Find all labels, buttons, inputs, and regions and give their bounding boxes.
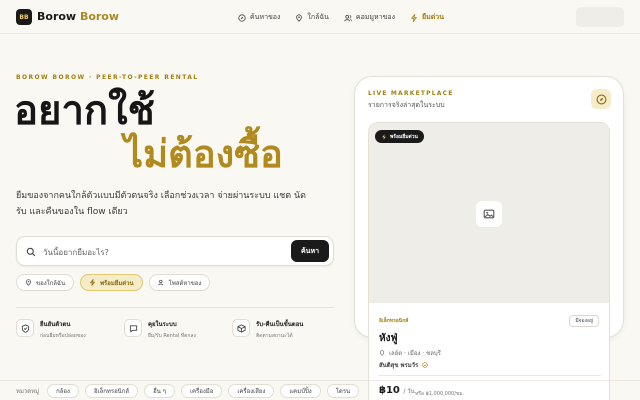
divider (379, 375, 601, 376)
owner-name: สันติสุข พรมวัร (379, 362, 419, 369)
chip-label: โพสต์หาของ (168, 279, 202, 287)
box-icon (232, 319, 250, 337)
search-input[interactable] (43, 244, 263, 260)
listing-owner[interactable]: สันติสุข พรมวัร (379, 360, 428, 370)
feature-title: รับ-คืนเป็นขั้นตอน (256, 321, 304, 328)
chip-label: พร้อมยืมด่วน (100, 279, 134, 287)
brand-name[interactable]: Borow Borow (37, 10, 119, 23)
nav-label: คอมมูหาของ (355, 13, 395, 21)
top-header: BB Borow Borow ค้นหาของ ใกล้ฉัน คอมมูหาข… (0, 0, 640, 34)
category-chip[interactable]: อิเล็กทรอนิกส์ (84, 383, 139, 398)
nav-item-quick-borrow[interactable]: ยืมด่วน (410, 12, 444, 23)
category-chip[interactable]: แคมป์ปิ้ง (280, 383, 321, 398)
listing-title[interactable]: หังฟู่ (379, 331, 398, 346)
logo-badge[interactable]: BB (16, 9, 32, 25)
listing-card[interactable]: พร้อมยืมด่วน อิเล็กทรอนิกส์ มีจองอยู่ หั… (368, 122, 610, 400)
feature-chat: คุยในระบบ ยืม/รับ Rental ที่ตกลง (124, 319, 196, 340)
account-button[interactable] (576, 7, 624, 27)
search-bar: ค้นหา (16, 236, 334, 266)
listing-status-badge: มีจองอยู่ (569, 315, 599, 327)
category-chip[interactable]: โดรน (326, 383, 360, 398)
users-icon (157, 279, 163, 286)
compass-icon[interactable] (591, 89, 611, 109)
chat-icon (124, 319, 142, 337)
compass-icon (238, 13, 246, 22)
nav-label: ยืมด่วน (422, 13, 444, 21)
feature-subtitle: ก่อนยืมหรือปล่อยของ (40, 333, 86, 339)
map-pin-icon (296, 13, 303, 22)
shield-icon (16, 319, 34, 337)
bolt-icon (90, 279, 96, 286)
hero-headline-line-1: อยากใช้ (14, 88, 155, 134)
category-bar: หมวดหมู่ กล้อง อิเล็กทรอนิกส์ อื่น ๆ เคร… (0, 380, 640, 400)
category-chip[interactable]: เครื่องเสียง (228, 383, 275, 398)
nav-label: ใกล้ฉัน (307, 13, 329, 21)
feature-title: ยืนยันตัวตน (40, 321, 71, 328)
divider (16, 307, 334, 308)
brand-part-2: Borow (79, 10, 120, 23)
chip-post-request[interactable]: โพสต์หาของ (148, 274, 211, 291)
feature-verify: ยืนยันตัวตน ก่อนยืมหรือปล่อยของ (16, 319, 86, 340)
map-pin-icon (379, 350, 385, 356)
badge-label: พร้อมยืมด่วน (390, 133, 418, 140)
search-icon (26, 247, 36, 257)
category-chip[interactable]: อื่น ๆ (144, 383, 175, 398)
nav-item-community[interactable]: คอมมูหาของ (344, 12, 395, 23)
map-pin-icon (26, 279, 31, 286)
hero-eyebrow: BOROW BOROW · PEER-TO-PEER RENTAL (16, 74, 199, 81)
feature-pickup-return: รับ-คืนเป็นขั้นตอน ติดตามสถานะได้ (232, 319, 303, 340)
category-chip[interactable]: เครื่องมือ (180, 383, 223, 398)
category-label: หมวดหมู่ (16, 387, 40, 395)
feature-title: คุยในระบบ (148, 321, 177, 328)
image-icon (476, 201, 502, 227)
users-icon (344, 14, 352, 21)
nav-item-nearby[interactable]: ใกล้ฉัน (295, 12, 329, 23)
hero-headline-line-2: ไม่ต้องซื้อ (124, 132, 283, 176)
listing-category: อิเล็กทรอนิกส์ (379, 318, 409, 324)
nav-label: ค้นหาของ (250, 13, 281, 21)
feature-subtitle: ยืม/รับ Rental ที่ตกลง (148, 333, 196, 339)
marketplace-title: LIVE MARKETPLACE (368, 90, 454, 97)
verified-icon (422, 362, 428, 368)
brand-part-1: Borow (37, 10, 77, 23)
main-nav: ค้นหาของ ใกล้ฉัน คอมมูหาของ ยืมด่วน (238, 12, 444, 23)
bolt-icon (382, 133, 386, 140)
quick-borrow-badge: พร้อมยืมด่วน (375, 130, 424, 143)
quick-filter-chips: ของใกล้ฉัน พร้อมยืมด่วน โพสต์หาของ (16, 274, 211, 291)
nav-item-search[interactable]: ค้นหาของ (238, 12, 280, 23)
chip-label: ของใกล้ฉัน (36, 279, 66, 287)
chip-nearby[interactable]: ของใกล้ฉัน (16, 274, 75, 291)
marketplace-subtitle: รายการจริงล่าสุดในระบบ (368, 101, 445, 109)
search-button[interactable]: ค้นหา (291, 240, 329, 262)
location-text: เลย์ด · เมือง · ชลบุรี (389, 350, 441, 357)
chip-quick-borrow[interactable]: พร้อมยืมด่วน (80, 274, 143, 291)
category-chip[interactable]: กล้อง (47, 383, 79, 398)
hero-description: ยืมของจากคนใกล้ตัวแบบมีตัวตนจริง เลือกช่… (16, 191, 306, 217)
bolt-icon (411, 13, 417, 22)
feature-subtitle: ติดตามสถานะได้ (256, 333, 293, 339)
listing-image[interactable]: พร้อมยืมด่วน (369, 123, 609, 303)
listing-location: เลย์ด · เมือง · ชลบุรี (379, 348, 441, 358)
